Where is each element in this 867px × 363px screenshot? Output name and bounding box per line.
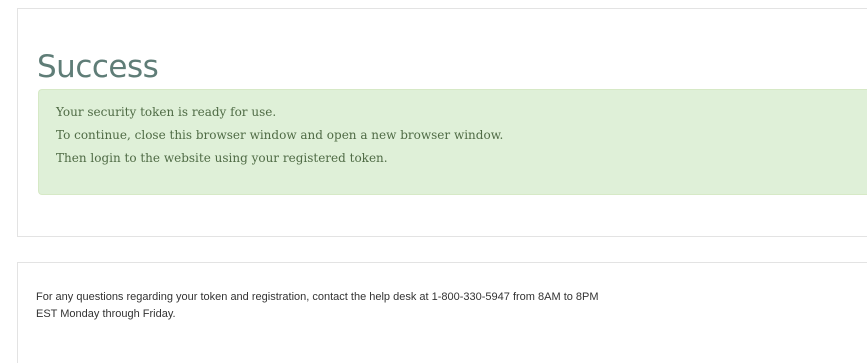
help-desk-text-line-2: EST Monday through Friday. bbox=[36, 308, 176, 320]
success-alert: Your security token is ready for use. To… bbox=[38, 89, 867, 195]
page: Success Your security token is ready for… bbox=[0, 0, 867, 363]
page-title: Success bbox=[37, 49, 159, 85]
help-desk-panel: For any questions regarding your token a… bbox=[17, 262, 867, 363]
success-message-line-1: Your security token is ready for use. bbox=[56, 105, 277, 119]
help-desk-text-line-1: For any questions regarding your token a… bbox=[36, 291, 599, 303]
success-panel: Success Your security token is ready for… bbox=[17, 8, 867, 237]
success-message-line-3: Then login to the website using your reg… bbox=[56, 151, 388, 165]
help-desk-text: For any questions regarding your token a… bbox=[36, 289, 836, 323]
success-message-line-2: To continue, close this browser window a… bbox=[56, 128, 504, 142]
